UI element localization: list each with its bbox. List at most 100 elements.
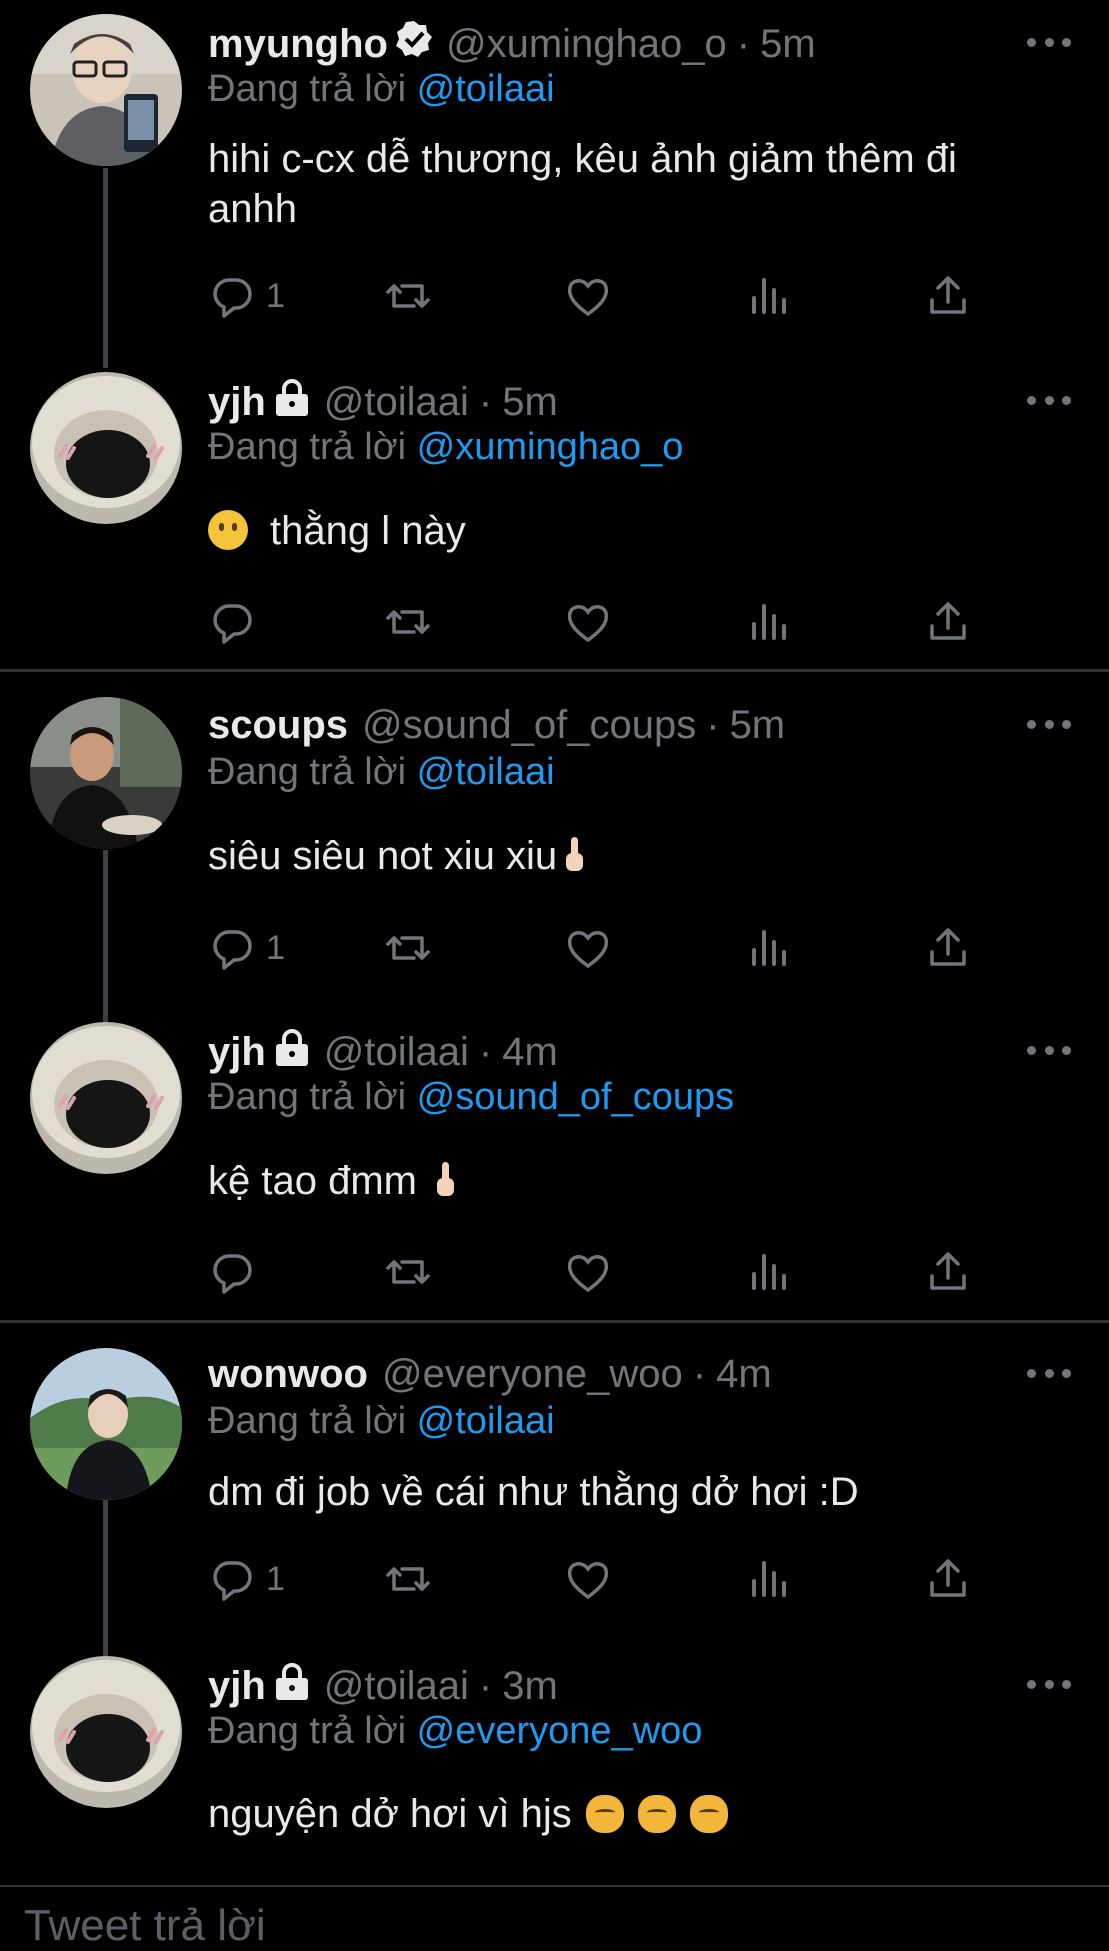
more-icon[interactable]	[1027, 714, 1071, 734]
like-button[interactable]	[564, 268, 612, 324]
reply-button[interactable]: 1	[208, 1551, 285, 1607]
avatar-wonwoo[interactable]	[30, 1348, 182, 1500]
share-icon	[930, 1252, 966, 1290]
mention-link[interactable]: @toilaai	[417, 751, 555, 793]
timestamp[interactable]: 4m	[502, 1030, 558, 1075]
more-icon[interactable]	[1027, 390, 1071, 410]
tweet-header: yjh @toilaai · 3m	[208, 1661, 558, 1711]
tweet-header: yjh @toilaai · 4m	[208, 1027, 558, 1077]
share-icon	[930, 928, 966, 966]
like-button[interactable]	[564, 1551, 612, 1607]
share-button[interactable]	[924, 594, 972, 650]
action-bar	[208, 1244, 1008, 1300]
action-bar: 1	[208, 268, 1008, 324]
more-icon[interactable]	[1027, 1674, 1071, 1694]
replying-to: Đang trả lời @sound_of_coups	[208, 1076, 734, 1119]
more-icon[interactable]	[1027, 1040, 1071, 1060]
timestamp[interactable]: 5m	[730, 703, 786, 748]
share-button[interactable]	[924, 1244, 972, 1300]
reply-count: 1	[266, 276, 285, 315]
timestamp[interactable]: 4m	[716, 1352, 772, 1397]
share-icon	[930, 1559, 966, 1597]
display-name[interactable]: wonwoo	[208, 1352, 368, 1397]
timestamp[interactable]: 5m	[502, 380, 558, 425]
thread-line	[103, 1500, 108, 1660]
handle[interactable]: @xuminghao_o	[446, 22, 727, 67]
share-button[interactable]	[924, 268, 972, 324]
reply-button[interactable]: 1	[208, 268, 285, 324]
tweet-text: dm đi job về cái như thằng dở hơi :D	[208, 1470, 859, 1514]
like-button[interactable]	[564, 594, 612, 650]
avatar-yjh[interactable]	[30, 372, 182, 524]
display-name[interactable]: scoups	[208, 703, 348, 748]
avatar-scoups[interactable]	[30, 697, 182, 849]
replying-to: Đang trả lời @toilaai	[208, 68, 555, 111]
separator-dot: ·	[478, 1029, 493, 1074]
replying-to-label: Đang trả lời	[208, 1076, 407, 1118]
display-name[interactable]: yjh	[208, 380, 266, 425]
retweet-button[interactable]	[384, 1551, 432, 1607]
mention-link[interactable]: @sound_of_coups	[417, 1076, 734, 1118]
thread-line	[103, 168, 108, 368]
tweet-header: yjh @toilaai · 5m	[208, 377, 558, 427]
tweet-text: thằng l này	[208, 506, 1048, 556]
avatar-myungho[interactable]	[30, 14, 182, 166]
mention-link[interactable]: @everyone_woo	[417, 1710, 703, 1752]
avatar-yjh[interactable]	[30, 1656, 182, 1808]
finger-emoji-icon	[437, 1162, 455, 1196]
more-icon[interactable]	[1027, 32, 1071, 52]
tweet-header: scoups @sound_of_coups · 5m	[208, 700, 785, 750]
timestamp[interactable]: 5m	[760, 22, 816, 67]
mention-link[interactable]: @xuminghao_o	[417, 426, 684, 468]
reply-count: 1	[266, 928, 285, 967]
handle[interactable]: @everyone_woo	[382, 1352, 683, 1397]
mention-link[interactable]: @toilaai	[417, 1400, 555, 1442]
retweet-button[interactable]	[384, 268, 432, 324]
display-name[interactable]: myungho	[208, 22, 388, 67]
views-button[interactable]	[744, 268, 792, 324]
views-icon	[752, 604, 786, 640]
retweet-button[interactable]	[384, 1244, 432, 1300]
reply-icon	[213, 930, 252, 970]
tweet-header: wonwoo @everyone_woo · 4m	[208, 1349, 772, 1399]
avatar-yjh[interactable]	[30, 1022, 182, 1174]
replying-to: Đang trả lời @xuminghao_o	[208, 426, 683, 469]
views-button[interactable]	[744, 1244, 792, 1300]
reply-icon	[213, 278, 252, 318]
like-button[interactable]	[564, 920, 612, 976]
handle[interactable]: @sound_of_coups	[362, 703, 696, 748]
share-button[interactable]	[924, 920, 972, 976]
thread-divider	[0, 669, 1109, 672]
mention-link[interactable]: @toilaai	[417, 68, 555, 110]
display-name[interactable]: yjh	[208, 1664, 266, 1709]
views-button[interactable]	[744, 920, 792, 976]
kissing-cat-emoji-icon	[585, 1795, 624, 1833]
reply-icon	[213, 604, 252, 644]
heart-icon	[567, 1562, 609, 1600]
reply-compose-bar[interactable]: Tweet trả lời	[0, 1885, 1109, 1950]
timestamp[interactable]: 3m	[502, 1664, 558, 1709]
reply-compose-placeholder[interactable]: Tweet trả lời	[24, 1901, 266, 1951]
handle[interactable]: @toilaai	[324, 1030, 469, 1075]
handle[interactable]: @toilaai	[324, 380, 469, 425]
retweet-button[interactable]	[384, 594, 432, 650]
views-icon	[752, 1561, 786, 1597]
views-button[interactable]	[744, 1551, 792, 1607]
display-name[interactable]: yjh	[208, 1030, 266, 1075]
like-button[interactable]	[564, 1244, 612, 1300]
handle[interactable]: @toilaai	[324, 1664, 469, 1709]
reply-icon	[213, 1561, 252, 1601]
finger-emoji-icon	[566, 837, 584, 871]
reply-button[interactable]	[208, 594, 256, 650]
share-button[interactable]	[924, 1551, 972, 1607]
reply-button[interactable]	[208, 1244, 256, 1300]
tweet-text-content: nguyện dở hơi vì hjs	[208, 1792, 572, 1836]
kissing-cat-emoji-icon	[689, 1795, 728, 1833]
reply-button[interactable]: 1	[208, 920, 285, 976]
views-icon	[752, 278, 786, 314]
thread-divider	[0, 1320, 1109, 1323]
retweet-button[interactable]	[384, 920, 432, 976]
views-button[interactable]	[744, 594, 792, 650]
retweet-icon	[386, 610, 430, 634]
more-icon[interactable]	[1027, 1363, 1071, 1383]
